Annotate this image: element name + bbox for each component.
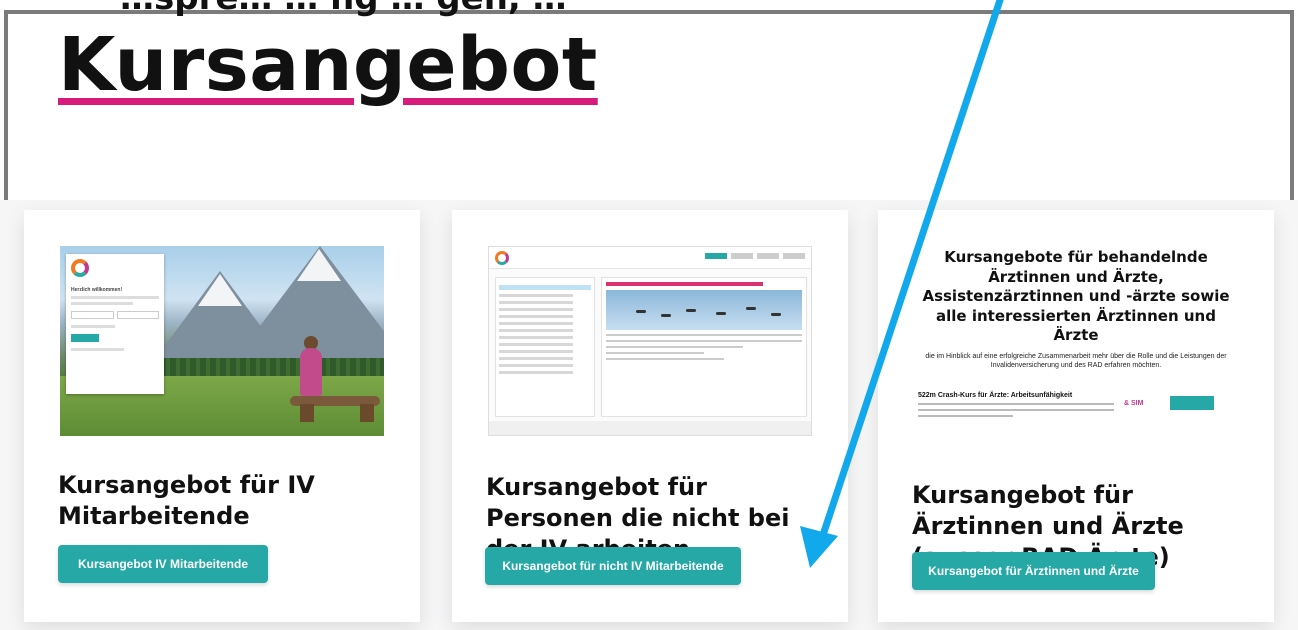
card-title: Kursangebot für IV Mitarbeitende: [58, 471, 315, 531]
thumbnail-landscape: Herzlich willkommen!: [60, 246, 384, 436]
preview-subheading: die im Hinblick auf eine erfolgreiche Zu…: [925, 352, 1227, 369]
centre-formation-logo-icon: [71, 259, 89, 277]
notice-text: [606, 282, 763, 286]
iv-staff-course-button[interactable]: Kursangebot IV Mitarbeitende: [58, 545, 268, 583]
login-panel: Herzlich willkommen!: [66, 254, 164, 394]
website-screenshot: [488, 246, 812, 436]
card-iv-staff: Herzlich willkommen! Kursangebot für IV …: [24, 210, 420, 622]
website-main: [601, 277, 807, 417]
page-title: Kursangebot: [58, 22, 598, 108]
preview-heading: Kursangebote für behandelnde Ärztinnen u…: [922, 248, 1230, 344]
thumbnail-doctors-page: Kursangebote für behandelnde Ärztinnen u…: [914, 246, 1238, 436]
login-button: [71, 334, 99, 342]
login-welcome: Herzlich willkommen!: [71, 287, 123, 293]
preview-register-button: [1170, 396, 1214, 410]
card-non-iv: Kursangebot für Personen die nicht bei d…: [452, 210, 848, 622]
non-iv-course-button[interactable]: Kursangebot für nicht IV Mitarbeitende: [485, 547, 741, 585]
birds-image: [606, 290, 802, 330]
thumbnail-website: [488, 246, 812, 436]
card-doctors: Kursangebote für behandelnde Ärztinnen u…: [878, 210, 1274, 622]
doctors-page-preview: Kursangebote für behandelnde Ärztinnen u…: [914, 246, 1238, 436]
centre-formation-logo-icon: [495, 251, 509, 265]
website-menu: [495, 277, 595, 417]
doctors-course-button[interactable]: Kursangebot für Ärztinnen und Ärzte: [912, 552, 1155, 590]
cropped-heading: …spre… … ng … gen, …: [120, 0, 567, 18]
sim-logo: & SIM: [1124, 400, 1144, 407]
